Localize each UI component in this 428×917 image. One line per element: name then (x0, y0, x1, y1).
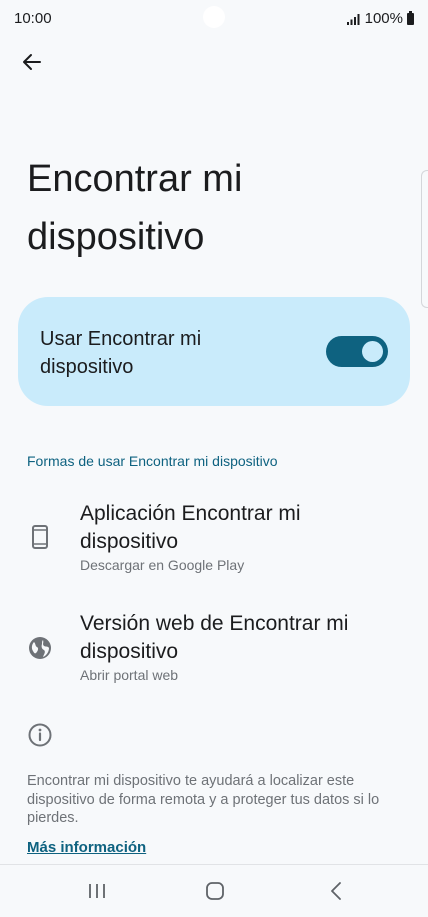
more-info-link[interactable]: Más información (27, 839, 146, 856)
nav-back-icon (331, 882, 341, 900)
list-item-title: Aplicación Encontrar mi dispositivo (80, 502, 301, 553)
nav-back-button[interactable] (322, 879, 350, 903)
master-toggle-switch[interactable] (326, 336, 388, 367)
signal-icon (346, 13, 360, 25)
home-icon (206, 882, 224, 900)
switch-thumb (362, 341, 383, 362)
master-toggle-card[interactable]: Usar Encontrar mi dispositivo (18, 297, 410, 406)
status-bar: 10:00 100% (0, 0, 428, 38)
list-item-title: Versión web de Encontrar mi dispositivo (80, 612, 349, 663)
camera-cutout (203, 6, 225, 28)
home-button[interactable] (201, 879, 229, 903)
battery-icon (407, 10, 414, 25)
list-item-subtitle: Abrir portal web (80, 667, 179, 683)
info-text: Encontrar mi dispositivo te ayudará a lo… (27, 773, 380, 826)
globe-icon (29, 637, 51, 659)
recents-icon (89, 884, 105, 898)
list-item-subtitle: Descargar en Google Play (80, 557, 245, 573)
master-toggle-label: Usar Encontrar mi dispositivo (40, 328, 202, 378)
list-item-app[interactable]: Aplicación Encontrar mi dispositivo Desc… (0, 490, 428, 590)
status-indicators: 100% (346, 10, 414, 27)
status-time: 10:00 (14, 10, 52, 27)
scroll-indicator (421, 170, 428, 308)
battery-percentage: 100% (364, 10, 403, 27)
page-title: Encontrar mi dispositivo (27, 158, 243, 258)
phone-icon (32, 525, 48, 549)
arrow-back-icon (23, 54, 41, 70)
section-header: Formas de usar Encontrar mi dispositivo (27, 453, 278, 469)
recents-button[interactable] (83, 879, 111, 903)
back-button[interactable] (14, 44, 50, 80)
navigation-bar (0, 864, 428, 917)
info-icon (28, 723, 52, 747)
list-item-web[interactable]: Versión web de Encontrar mi dispositivo … (0, 600, 428, 700)
